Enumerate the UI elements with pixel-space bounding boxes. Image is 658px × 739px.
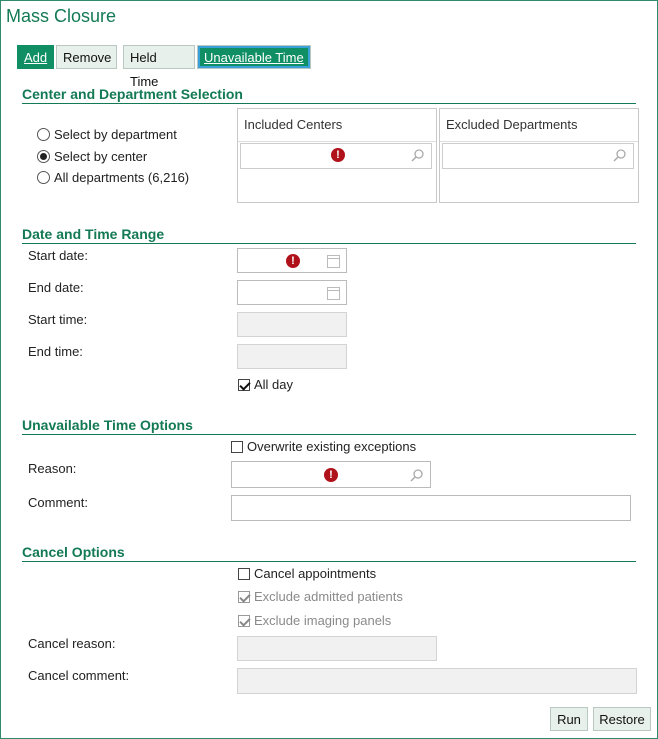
excluded-departments-grid: Excluded Departments	[439, 108, 639, 203]
reason-label: Reason:	[28, 461, 77, 476]
start-date-field[interactable]: !	[237, 248, 347, 273]
checkbox[interactable]	[231, 441, 243, 453]
excluded-departments-input[interactable]	[442, 143, 634, 169]
cancel-appointments-label: Cancel appointments	[254, 566, 377, 581]
date-section-title: Date and Time Range	[22, 226, 636, 244]
cancel-appointments-checkbox[interactable]: Cancel appointments	[238, 566, 376, 581]
exclude-admitted-label: Exclude admitted patients	[254, 589, 403, 604]
search-icon[interactable]	[410, 468, 424, 482]
radio-button[interactable]	[37, 171, 50, 184]
exclude-admitted-checkbox[interactable]: Exclude admitted patients	[238, 589, 403, 604]
included-centers-header: Included Centers	[238, 109, 436, 142]
included-centers-input[interactable]: !	[240, 143, 432, 169]
held-time-button[interactable]: Held Time	[123, 45, 195, 89]
required-error-icon: !	[331, 148, 345, 162]
checkbox-checked-disabled[interactable]	[238, 591, 250, 603]
run-button[interactable]: Run	[550, 707, 588, 731]
cancel-comment-label: Cancel comment:	[28, 668, 130, 683]
end-time-field[interactable]	[237, 344, 347, 369]
required-error-icon: !	[286, 254, 300, 268]
exclude-imaging-checkbox[interactable]: Exclude imaging panels	[238, 613, 391, 628]
start-date-label: Start date:	[28, 248, 88, 263]
all-day-checkbox[interactable]: All day	[238, 377, 293, 392]
all-day-label: All day	[254, 377, 294, 392]
end-time-label: End time:	[28, 344, 83, 359]
checkbox-checked-disabled[interactable]	[238, 615, 250, 627]
search-icon[interactable]	[613, 148, 627, 162]
reason-field[interactable]: !	[231, 461, 431, 488]
comment-label: Comment:	[28, 495, 88, 510]
overwrite-checkbox[interactable]: Overwrite existing exceptions	[231, 439, 416, 454]
start-time-label: Start time:	[28, 312, 88, 327]
required-error-icon: !	[324, 468, 338, 482]
start-time-field[interactable]	[237, 312, 347, 337]
exclude-imaging-label: Exclude imaging panels	[254, 613, 392, 628]
excluded-departments-header: Excluded Departments	[440, 109, 638, 142]
radio-label: Select by center	[54, 149, 148, 164]
remove-button[interactable]: Remove	[56, 45, 117, 69]
search-icon[interactable]	[411, 148, 425, 162]
add-button[interactable]: Add	[17, 45, 54, 69]
radio-select-by-department[interactable]: Select by department	[37, 127, 177, 142]
checkbox-checked[interactable]	[238, 379, 250, 391]
restore-button[interactable]: Restore	[593, 707, 651, 731]
checkbox[interactable]	[238, 568, 250, 580]
radio-label: Select by department	[54, 127, 177, 142]
cancel-comment-field[interactable]	[237, 668, 637, 694]
cancel-section-title: Cancel Options	[22, 544, 636, 562]
comment-field[interactable]	[231, 495, 631, 521]
radio-button-selected[interactable]	[37, 150, 50, 163]
end-date-label: End date:	[28, 280, 84, 295]
overwrite-label: Overwrite existing exceptions	[247, 439, 417, 454]
page-title: Mass Closure	[6, 6, 117, 26]
unavailable-section-title: Unavailable Time Options	[22, 417, 636, 435]
calendar-icon[interactable]	[327, 255, 340, 268]
unavailable-time-label: Unavailable Time	[204, 50, 304, 65]
unavailable-time-button[interactable]: Unavailable Time	[197, 45, 311, 69]
radio-all-departments[interactable]: All departments (6,216)	[37, 170, 189, 185]
calendar-icon[interactable]	[327, 287, 340, 300]
center-section-title: Center and Department Selection	[22, 86, 636, 104]
radio-select-by-center[interactable]: Select by center	[37, 149, 147, 164]
cancel-reason-label: Cancel reason:	[28, 636, 116, 651]
end-date-field[interactable]	[237, 280, 347, 305]
cancel-reason-field[interactable]	[237, 636, 437, 661]
radio-button[interactable]	[37, 128, 50, 141]
add-label: Add	[24, 50, 48, 65]
mass-closure-window: Mass Closure Add Remove Held Time Unavai…	[0, 0, 658, 739]
included-centers-grid: Included Centers !	[237, 108, 437, 203]
radio-label: All departments (6,216)	[54, 170, 190, 185]
